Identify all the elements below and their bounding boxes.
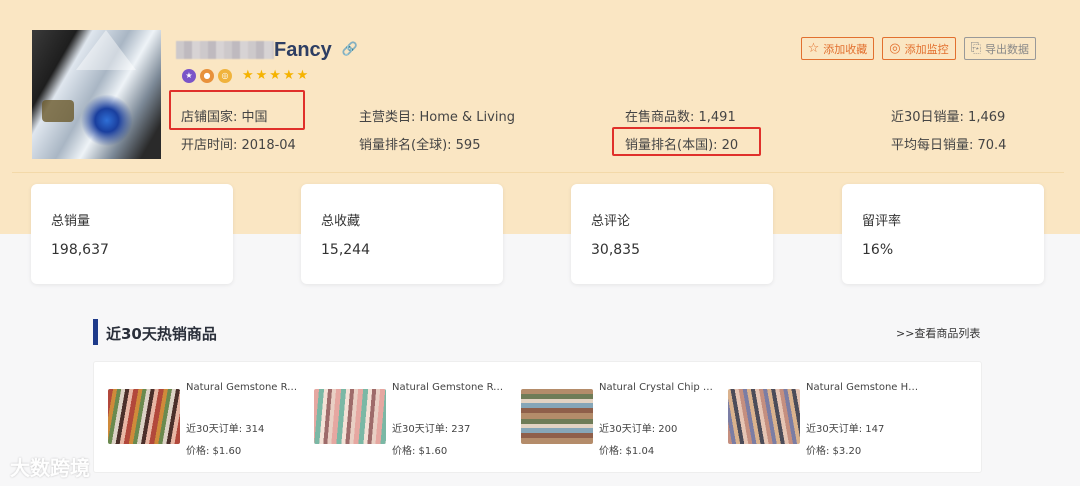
hand-shape xyxy=(42,100,74,122)
stat-label: 总销量 xyxy=(51,214,91,229)
product-image[interactable] xyxy=(108,389,180,444)
coin-badge-icon: ◎ xyxy=(218,68,232,83)
stat-card-total-favorites: 总收藏 15,244 xyxy=(301,184,503,284)
stat-value: 198,637 xyxy=(51,242,109,258)
product-price: 价格: $1.60 xyxy=(186,446,242,457)
stat-value: 15,244 xyxy=(321,242,370,258)
product-name[interactable]: Natural Gemstone Round Bead Bracelet xyxy=(186,382,302,393)
hot-products-title: 近30天热销商品 xyxy=(106,325,217,343)
rank-highlight-box xyxy=(612,127,761,156)
stat-label: 留评率 xyxy=(862,214,902,229)
product-card[interactable]: Natural Gemstone Heishi Beads 近30天订单: 14… xyxy=(714,376,922,460)
export-icon: ⎘ xyxy=(970,41,981,56)
stat-label: 总收藏 xyxy=(321,214,361,229)
items-on-sale: 在售商品数: 1,491 xyxy=(625,110,736,125)
add-favorite-label: 添加收藏 xyxy=(823,42,868,56)
stat-value: 16% xyxy=(862,242,894,258)
target-icon: ◎ xyxy=(889,41,901,56)
product-card[interactable]: Natural Crystal Chip Stone Bracelet 近30天… xyxy=(507,376,715,460)
product-orders: 近30天订单: 200 xyxy=(599,424,678,435)
add-monitor-button[interactable]: ◎ 添加监控 xyxy=(882,37,956,60)
avg-daily-sales: 平均每日销量: 70.4 xyxy=(891,138,1007,153)
stat-value: 30,835 xyxy=(591,242,640,258)
add-favorite-button[interactable]: ☆ 添加收藏 xyxy=(800,37,875,60)
shop-badges: ★ ● ◎ ★★★★★ xyxy=(182,68,310,83)
header-divider xyxy=(12,172,1064,173)
hot-products-panel: Natural Gemstone Round Bead Bracelet 近30… xyxy=(93,361,982,473)
shop-avatar-image xyxy=(32,30,161,159)
action-buttons: ☆ 添加收藏 ◎ 添加监控 ⎘ 导出数据 xyxy=(800,37,1036,60)
star-outline-icon: ☆ xyxy=(807,41,820,56)
link-icon[interactable]: 🔗 xyxy=(342,43,358,57)
product-price: 价格: $3.20 xyxy=(806,446,862,457)
export-data-label: 导出数据 xyxy=(985,42,1029,56)
view-product-list-link[interactable]: >>查看商品列表 xyxy=(896,325,980,341)
shop-open-date: 开店时间: 2018-04 xyxy=(181,138,296,153)
product-name[interactable]: Natural Crystal Chip Stone Bracelet xyxy=(599,382,715,393)
product-price: 价格: $1.04 xyxy=(599,446,655,457)
stat-card-review-rate: 留评率 16% xyxy=(842,184,1044,284)
crystal-facet xyxy=(76,30,136,70)
global-sales-rank: 销量排名(全球): 595 xyxy=(359,138,481,153)
stat-label: 总评论 xyxy=(591,214,631,229)
main-category: 主营类目: Home & Living xyxy=(359,110,515,125)
product-orders: 近30天订单: 147 xyxy=(806,424,885,435)
user-badge-icon: ● xyxy=(200,68,214,83)
section-accent-bar xyxy=(93,319,98,345)
product-image[interactable] xyxy=(728,389,800,444)
rating-stars: ★★★★★ xyxy=(242,68,311,83)
product-price: 价格: $1.60 xyxy=(392,446,448,457)
star-badge-icon: ★ xyxy=(182,68,196,83)
shop-title-row: Fancy 🔗 xyxy=(176,37,358,63)
export-data-button[interactable]: ⎘ 导出数据 xyxy=(963,37,1036,60)
blurred-name-prefix xyxy=(176,41,274,59)
product-orders: 近30天订单: 314 xyxy=(186,424,265,435)
shop-name[interactable]: Fancy xyxy=(274,39,332,62)
product-card[interactable]: Natural Gemstone Round Bead Bracelet 近30… xyxy=(94,376,302,460)
product-orders: 近30天订单: 237 xyxy=(392,424,471,435)
stat-card-total-sales: 总销量 198,637 xyxy=(31,184,233,284)
add-monitor-label: 添加监控 xyxy=(904,42,949,56)
product-name[interactable]: Natural Gemstone Round Bead Strand xyxy=(392,382,508,393)
product-card[interactable]: Natural Gemstone Round Bead Strand 近30天订… xyxy=(300,376,508,460)
watermark-logo: 大数跨境 xyxy=(10,456,90,480)
sales-30-days: 近30日销量: 1,469 xyxy=(891,110,1006,125)
product-image[interactable] xyxy=(521,389,593,444)
product-image[interactable] xyxy=(314,389,386,444)
stat-card-total-reviews: 总评论 30,835 xyxy=(571,184,773,284)
country-highlight-box xyxy=(169,90,305,130)
product-name[interactable]: Natural Gemstone Heishi Beads xyxy=(806,382,922,393)
